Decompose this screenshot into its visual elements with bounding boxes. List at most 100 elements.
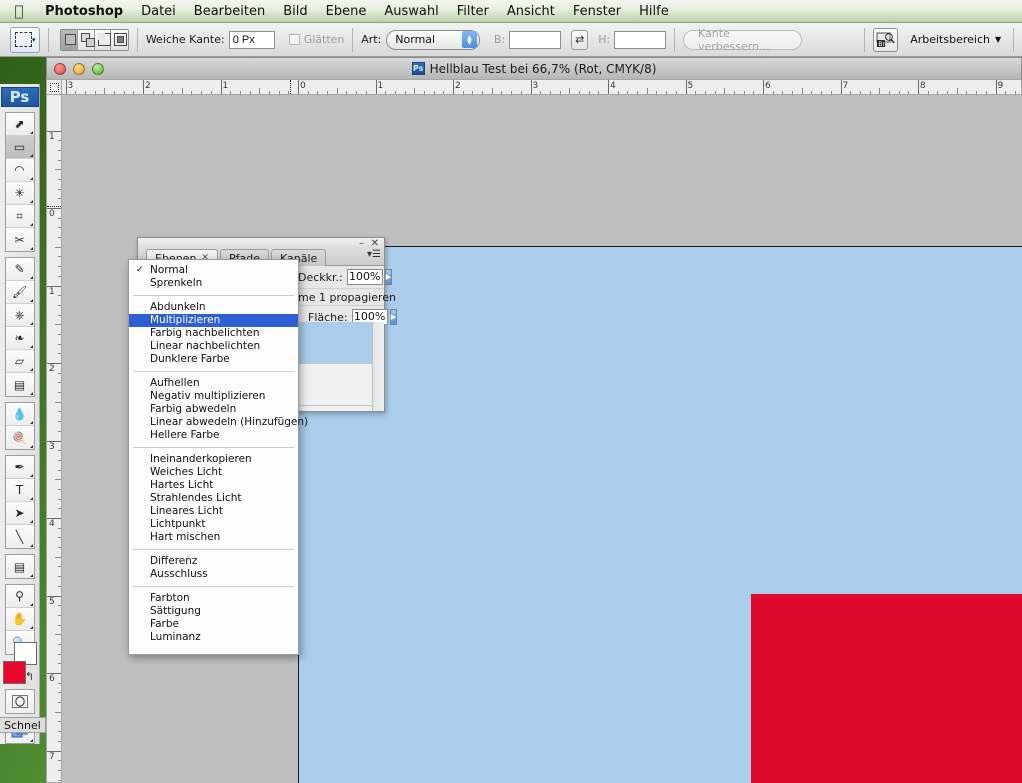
new-selection-button[interactable] — [61, 30, 78, 50]
blend-mode-option[interactable]: Ineinanderkopieren — [129, 453, 298, 466]
blend-mode-option[interactable]: Sättigung — [129, 605, 298, 618]
blend-mode-option[interactable]: Differenz — [129, 555, 298, 568]
crop-tool[interactable]: ⌗ — [6, 205, 34, 228]
blend-mode-option[interactable]: Linear abwedeln (Hinzufügen) — [129, 416, 298, 429]
swap-colors-icon[interactable]: ↰ — [25, 670, 34, 683]
blend-mode-label: Dunklere Farbe — [150, 353, 230, 365]
menu-item-bearbeiten[interactable]: Bearbeiten — [185, 0, 274, 23]
menu-item-fenster[interactable]: Fenster — [564, 0, 630, 23]
selection-mode-group[interactable] — [60, 29, 129, 51]
blend-mode-option[interactable]: Weiches Licht — [129, 466, 298, 479]
menu-separator — [133, 371, 294, 372]
intersect-selection-button[interactable] — [111, 30, 128, 50]
blend-mode-option[interactable]: Dunklere Farbe — [129, 353, 298, 366]
blend-mode-option[interactable]: Multiplizieren — [129, 314, 298, 327]
document-title-bar[interactable]: Ps Hellblau Test bei 66,7% (Rot, CMYK/8) — [46, 57, 1022, 79]
menu-item-ansicht[interactable]: Ansicht — [498, 0, 564, 23]
feather-input[interactable] — [229, 31, 275, 49]
blend-mode-option[interactable]: Lineares Licht — [129, 505, 298, 518]
subtract-from-selection-button[interactable] — [95, 30, 112, 50]
width-input[interactable] — [509, 31, 561, 49]
menu-item-bild[interactable]: Bild — [274, 0, 316, 23]
blend-mode-option[interactable]: Hellere Farbe — [129, 429, 298, 442]
lasso-tool[interactable]: ◠ — [6, 159, 34, 182]
blend-mode-option[interactable]: Farbig nachbelichten — [129, 327, 298, 340]
menu-item-ebene[interactable]: Ebene — [317, 0, 376, 23]
blend-mode-option[interactable]: Lichtpunkt — [129, 518, 298, 531]
blend-mode-option[interactable]: Abdunkeln — [129, 301, 298, 314]
type-tool[interactable]: T — [6, 479, 34, 502]
quick-mask-toggle[interactable] — [5, 689, 35, 714]
pen-tool[interactable]: ✒ — [6, 456, 34, 479]
magic-wand-tool[interactable]: ✳ — [6, 182, 34, 205]
fill-stepper[interactable]: ▶ — [390, 309, 397, 325]
blend-mode-option[interactable]: Luminanz — [129, 631, 298, 644]
artboard[interactable] — [298, 246, 1022, 783]
menu-item-filter[interactable]: Filter — [448, 0, 498, 23]
foreground-color-swatch[interactable] — [3, 661, 26, 684]
active-tool-button[interactable]: ▾ — [10, 27, 40, 53]
path-selection-tool[interactable]: ➤ — [6, 502, 34, 525]
gradient-tool[interactable]: ▤ — [6, 373, 34, 396]
blend-mode-option[interactable]: Negativ multiplizieren — [129, 390, 298, 403]
quick-mask-icon[interactable] — [6, 690, 34, 713]
stepper-arrows-icon[interactable]: ▲▼ — [462, 31, 477, 48]
blend-mode-option[interactable]: Farbe — [129, 618, 298, 631]
apple-icon[interactable]:  — [8, 4, 30, 19]
workspace-button[interactable]: Arbeitsbereich ▼ — [910, 33, 1001, 46]
menu-item-auswahl[interactable]: Auswahl — [375, 0, 447, 23]
clone-stamp-tool[interactable]: ⎈ — [6, 304, 34, 327]
close-icon[interactable]: ✕ — [371, 238, 379, 249]
blend-mode-option[interactable]: Ausschluss — [129, 568, 298, 581]
brush-tool[interactable]: 🖌 — [6, 281, 34, 304]
blend-mode-option[interactable]: ✓Normal — [129, 264, 298, 277]
swap-arrows-icon[interactable]: ⇄ — [571, 30, 588, 50]
eyedropper-tool[interactable]: ⚲ — [6, 585, 34, 608]
style-select[interactable]: Normal ▲▼ — [386, 30, 480, 50]
vertical-ruler[interactable]: 101234567 — [46, 95, 62, 783]
panel-menu-icon[interactable]: ▾☰ — [367, 250, 381, 260]
blur-tool[interactable]: 💧 — [6, 403, 34, 426]
blend-mode-option[interactable]: Strahlendes Licht — [129, 492, 298, 505]
panel-title-bar[interactable]: – ✕ — [138, 238, 384, 249]
menu-item-photoshop[interactable]: Photoshop — [36, 0, 132, 23]
antialias-checkbox[interactable] — [289, 34, 300, 45]
refine-edge-button[interactable]: Kante verbessern... — [683, 30, 802, 50]
panel-scrollbar[interactable] — [372, 322, 384, 411]
line-tool[interactable]: ╲ — [6, 525, 34, 548]
hand-tool[interactable]: ✋ — [6, 608, 34, 631]
blend-mode-option[interactable]: Aufhellen — [129, 377, 298, 390]
eraser-tool[interactable]: ▱ — [6, 350, 34, 373]
blend-mode-label: Multiplizieren — [150, 314, 220, 326]
opacity-value[interactable]: 100% — [347, 269, 383, 285]
blend-mode-option[interactable]: Hartes Licht — [129, 479, 298, 492]
notes-tool[interactable]: ▤ — [6, 555, 34, 578]
horizontal-ruler[interactable]: 3210123456789 — [62, 79, 1022, 95]
color-swatches[interactable] — [3, 661, 37, 665]
history-brush-tool[interactable]: ❧ — [6, 327, 34, 350]
minimize-icon[interactable]: – — [359, 238, 364, 249]
add-to-selection-button[interactable] — [78, 30, 95, 50]
ruler-label: 1 — [378, 81, 384, 91]
ruler-label: 6 — [49, 674, 55, 684]
dodge-tool[interactable]: 🍭 — [6, 426, 34, 449]
move-tool[interactable]: ⬈ — [6, 113, 34, 136]
menu-item-hilfe[interactable]: Hilfe — [630, 0, 678, 23]
blend-mode-option[interactable]: Hart mischen — [129, 531, 298, 544]
rectangular-marquee-tool[interactable]: ▭ — [6, 136, 34, 159]
slice-tool[interactable]: ✂ — [6, 228, 34, 251]
ruler-origin[interactable] — [46, 79, 62, 95]
blend-mode-option[interactable]: Linear nachbelichten — [129, 340, 298, 353]
bridge-icon[interactable]: Br — [873, 28, 898, 52]
ruler-tick — [376, 80, 377, 95]
healing-brush-tool[interactable]: ✎ — [6, 258, 34, 281]
red-rectangle-shape[interactable] — [751, 594, 1022, 783]
menu-item-datei[interactable]: Datei — [132, 0, 185, 23]
blend-mode-option[interactable]: Sprenkeln — [129, 277, 298, 290]
height-input[interactable] — [614, 31, 666, 49]
chevron-down-icon[interactable]: ▾ — [32, 36, 36, 44]
opacity-stepper[interactable]: ▶ — [385, 269, 392, 285]
blend-mode-dropdown[interactable]: ✓NormalSprenkelnAbdunkelnMultiplizierenF… — [128, 259, 299, 655]
blend-mode-option[interactable]: Farbton — [129, 592, 298, 605]
blend-mode-option[interactable]: Farbig abwedeln — [129, 403, 298, 416]
